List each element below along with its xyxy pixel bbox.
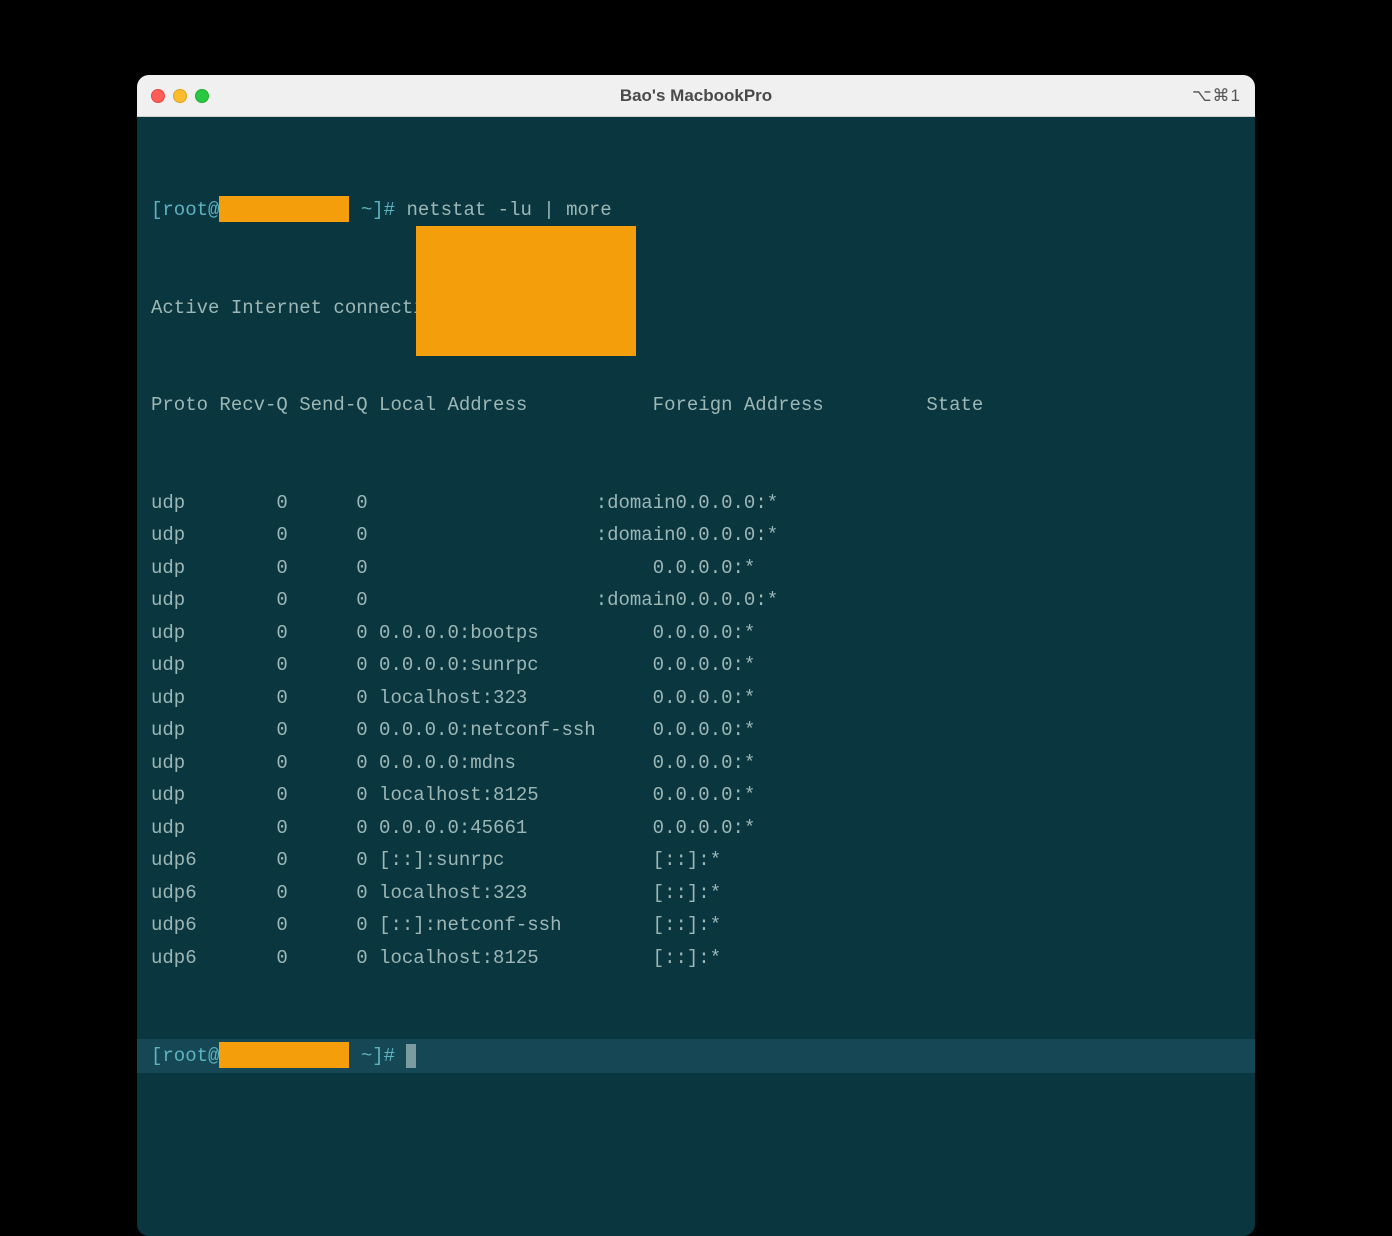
prompt-suffix-2: ~]# (349, 1040, 406, 1073)
table-row: udp6 0 0 localhost:8125 [::]:* (151, 942, 1241, 975)
table-row: udp 0 0 :domain0.0.0.0:* (151, 487, 1241, 520)
redacted-hostname-2 (219, 1042, 349, 1068)
table-row: udp 0 0 0.0.0.0:bootps 0.0.0.0:* (151, 617, 1241, 650)
traffic-lights (151, 89, 209, 103)
table-row: udp6 0 0 [::]:netconf-ssh [::]:* (151, 909, 1241, 942)
titlebar[interactable]: Bao's MacbookPro ⌥⌘1 (137, 75, 1255, 117)
prompt-prefix-2: [root@ (151, 1040, 219, 1073)
terminal-window: Bao's MacbookPro ⌥⌘1 [root@ ~]# netstat … (137, 75, 1255, 1236)
command-text: netstat -lu | more (406, 199, 611, 221)
output-header: Active Internet connections (only server… (151, 292, 1241, 325)
table-row: udp 0 0 localhost:323 0.0.0.0:* (151, 682, 1241, 715)
table-row: udp 0 0 0.0.0.0:netconf-ssh 0.0.0.0:* (151, 714, 1241, 747)
output-columns: Proto Recv-Q Send-Q Local Address Foreig… (151, 389, 1241, 422)
table-row: udp 0 0 0.0.0.0:mdns 0.0.0.0:* (151, 747, 1241, 780)
prompt-line: [root@ ~]# netstat -lu | more (151, 194, 1241, 227)
redacted-hostname (219, 196, 349, 222)
table-row: udp 0 0 0.0.0.0:* (151, 552, 1241, 585)
table-row: udp6 0 0 localhost:323 [::]:* (151, 877, 1241, 910)
table-row: udp 0 0 0.0.0.0:sunrpc 0.0.0.0:* (151, 649, 1241, 682)
output-rows: udp 0 0 :domain0.0.0.0:* udp 0 0 :domain… (151, 487, 1241, 975)
cursor-icon (406, 1044, 416, 1068)
cursor-line[interactable]: [root@ ~]# (137, 1039, 1255, 1073)
table-row: udp6 0 0 [::]:sunrpc [::]:* (151, 844, 1241, 877)
redacted-block (416, 226, 636, 356)
table-row: udp 0 0 0.0.0.0:45661 0.0.0.0:* (151, 812, 1241, 845)
table-row: udp 0 0 :domain0.0.0.0:* (151, 519, 1241, 552)
window-title: Bao's MacbookPro (620, 86, 772, 106)
window-shortcut: ⌥⌘1 (1192, 86, 1241, 106)
table-row: udp 0 0 localhost:8125 0.0.0.0:* (151, 779, 1241, 812)
prompt-suffix: ~]# (349, 199, 406, 221)
close-icon[interactable] (151, 89, 165, 103)
table-row: udp 0 0 :domain0.0.0.0:* (151, 584, 1241, 617)
prompt-prefix: [root@ (151, 199, 219, 221)
minimize-icon[interactable] (173, 89, 187, 103)
terminal-output[interactable]: [root@ ~]# netstat -lu | more Active Int… (137, 117, 1255, 1236)
fullscreen-icon[interactable] (195, 89, 209, 103)
